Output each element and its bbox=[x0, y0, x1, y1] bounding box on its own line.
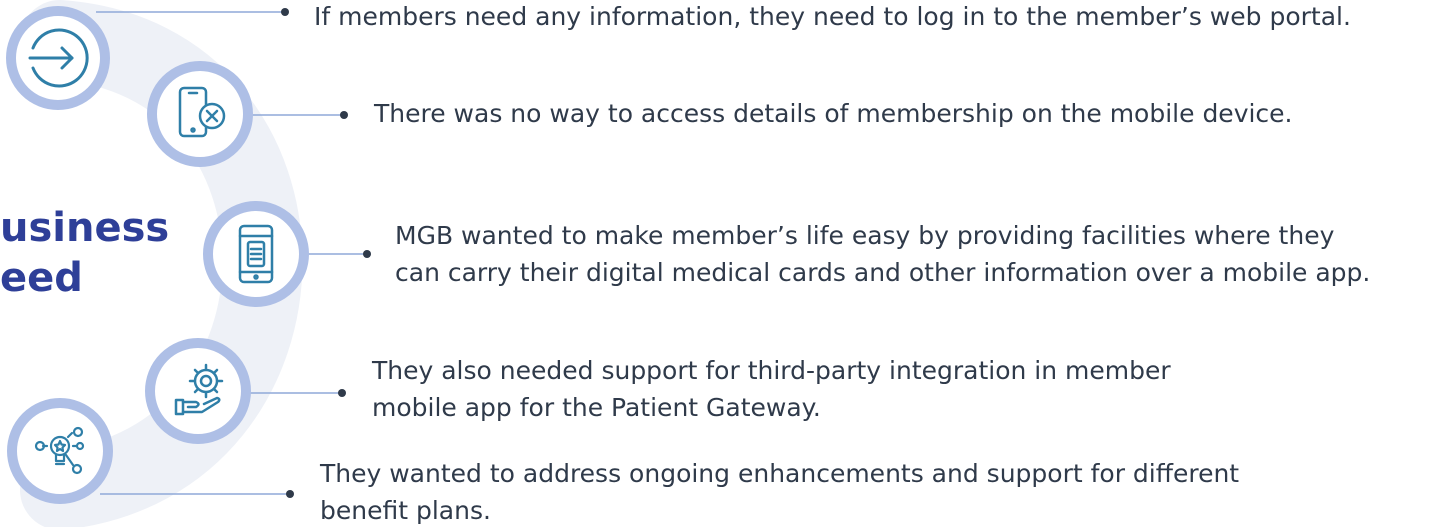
connector-dot-5 bbox=[286, 490, 294, 498]
heading-line-1: usiness bbox=[0, 205, 170, 251]
item-line: There was no way to access details of me… bbox=[374, 99, 1293, 128]
item-line: They also needed support for third-party… bbox=[372, 356, 1171, 385]
item-line: benefit plans. bbox=[320, 496, 491, 525]
node-ring bbox=[7, 398, 113, 504]
node-lightbulb bbox=[7, 398, 113, 504]
connector-dot-1 bbox=[281, 8, 289, 16]
node-phone-cancel bbox=[147, 61, 253, 167]
node-phone-document bbox=[203, 201, 309, 307]
node-ring bbox=[145, 338, 251, 444]
node-login bbox=[6, 6, 110, 110]
item-line: MGB wanted to make member’s life easy by… bbox=[395, 221, 1335, 250]
item-text-4: They also needed support for third-party… bbox=[372, 352, 1171, 426]
section-heading: usiness eed bbox=[0, 203, 169, 303]
business-need-diagram: usiness eed If members need any informat… bbox=[0, 0, 1448, 527]
item-line: can carry their digital medical cards an… bbox=[395, 258, 1371, 287]
connector-dot-4 bbox=[338, 389, 346, 397]
item-line: They wanted to address ongoing enhanceme… bbox=[320, 459, 1240, 488]
item-line: mobile app for the Patient Gateway. bbox=[372, 393, 821, 422]
connector-dot-2 bbox=[340, 111, 348, 119]
item-text-5: They wanted to address ongoing enhanceme… bbox=[320, 455, 1239, 529]
item-text-1: If members need any information, they ne… bbox=[314, 0, 1351, 35]
item-text-3: MGB wanted to make member’s life easy by… bbox=[395, 217, 1370, 291]
item-text-2: There was no way to access details of me… bbox=[374, 95, 1293, 132]
item-line: If members need any information, they ne… bbox=[314, 2, 1351, 31]
connector-dot-3 bbox=[363, 250, 371, 258]
heading-line-2: eed bbox=[0, 255, 83, 301]
node-gear-hand bbox=[145, 338, 251, 444]
